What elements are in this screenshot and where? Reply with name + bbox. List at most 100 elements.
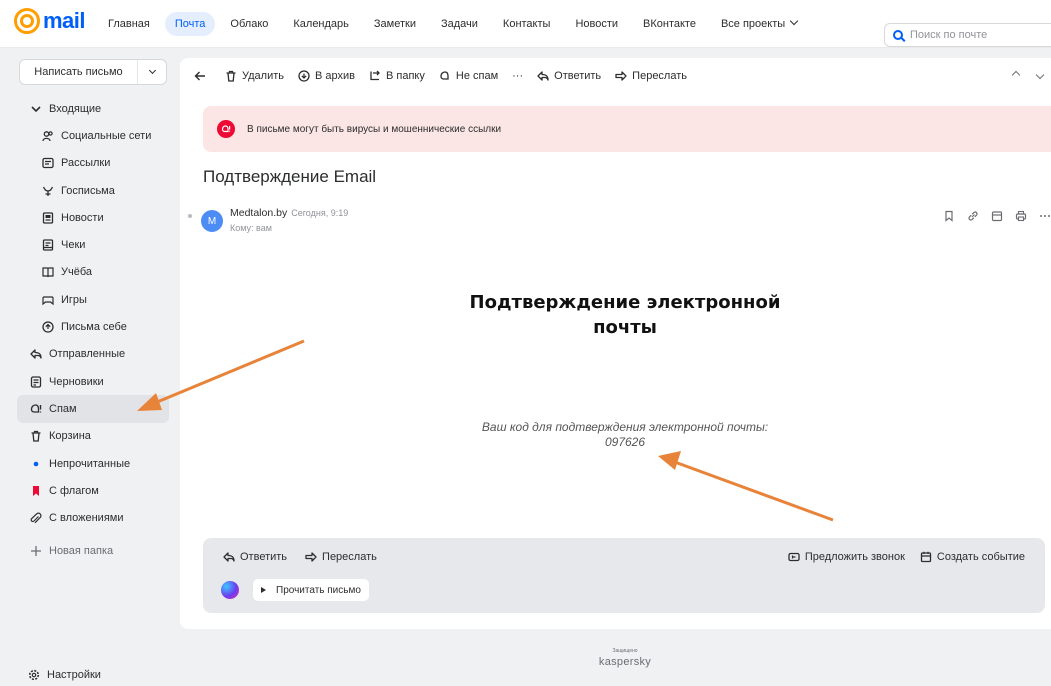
warning-text: В письме могут быть вирусы и мошенническ… <box>247 123 502 135</box>
folder-label: Учёба <box>61 266 93 279</box>
delete-button[interactable]: Удалить <box>225 70 284 82</box>
calendar-icon[interactable] <box>991 210 1003 222</box>
read-aloud-button[interactable]: Прочитать письмо <box>253 579 369 601</box>
folder-games[interactable]: Игры <box>17 286 169 313</box>
compose-button[interactable]: Написать письмо <box>19 59 167 85</box>
folder-label: Рассылки <box>61 157 111 170</box>
email-body: Ваш код для подтверждения электронной по… <box>380 420 870 450</box>
nav-item-tasks[interactable]: Задачи <box>441 12 478 36</box>
folder-sent[interactable]: Отправленные <box>17 341 169 368</box>
forward-button-bottom[interactable]: Переслать <box>305 551 377 563</box>
not-spam-button[interactable]: Не спам <box>439 70 498 82</box>
reply-icon <box>537 71 549 81</box>
back-button[interactable] <box>194 70 211 82</box>
new-folder-button[interactable]: Новая папка <box>17 538 169 565</box>
nav-item-calendar[interactable]: Календарь <box>293 12 349 36</box>
folder-label: Спам <box>49 402 77 415</box>
folder-inbox[interactable]: Входящие <box>17 95 169 122</box>
search-box[interactable] <box>884 23 1051 47</box>
chevron-down-icon[interactable] <box>29 102 43 116</box>
search-input[interactable] <box>910 29 1040 41</box>
email-heading: Подтверждение электронной почты <box>380 290 870 340</box>
nav-item-notes[interactable]: Заметки <box>374 12 416 36</box>
compose-label: Написать письмо <box>20 60 138 84</box>
sender-avatar[interactable]: M <box>201 210 223 232</box>
forward-label: Переслать <box>632 70 687 82</box>
at-sign-icon <box>14 8 40 34</box>
folder-drafts[interactable]: Черновики <box>17 368 169 395</box>
folder-flagged[interactable]: С флагом <box>17 477 169 504</box>
forward-button[interactable]: Переслать <box>615 70 687 82</box>
folder-label: Игры <box>61 293 87 306</box>
folder-label: Письма себе <box>61 321 127 334</box>
move-icon <box>370 70 380 81</box>
trash-icon <box>226 70 236 82</box>
message-navigation <box>995 70 1045 80</box>
folder-newsletters[interactable]: Рассылки <box>17 150 169 177</box>
next-message-icon[interactable] <box>1035 70 1045 80</box>
previous-message-icon[interactable] <box>1011 70 1021 80</box>
message-subject: Подтверждение Email <box>203 167 377 186</box>
arrow-left-icon <box>194 71 205 81</box>
suggest-call-button[interactable]: Предложить звонок <box>788 551 905 563</box>
create-event-button[interactable]: Создать событие <box>920 551 1025 563</box>
chevron-down-icon <box>148 66 156 75</box>
folder-spam[interactable]: Спам <box>17 395 169 423</box>
folder-attachments[interactable]: С вложениями <box>17 504 169 531</box>
social-icon <box>41 129 55 143</box>
folder-gov[interactable]: Госписьма <box>17 177 169 204</box>
folder-label: Непрочитанные <box>49 457 131 470</box>
video-call-icon <box>788 552 800 562</box>
message-toolbar: Удалить В архив В папку Не спам ··· Отве… <box>194 70 701 82</box>
folder-label: Отправленные <box>49 348 126 361</box>
more-actions-button[interactable]: ··· <box>512 70 523 82</box>
reply-button[interactable]: Ответить <box>537 70 601 82</box>
sender-name[interactable]: Medtalon.by <box>230 207 287 219</box>
nav-item-home[interactable]: Главная <box>108 12 150 36</box>
folder-receipts[interactable]: Чеки <box>17 231 169 258</box>
reply-bar-right: Предложить звонок Создать событие <box>773 551 1025 563</box>
recipient-line[interactable]: Кому: вам <box>230 223 272 233</box>
book-icon <box>41 265 55 279</box>
mail-logo[interactable]: mail <box>14 8 86 34</box>
settings-link[interactable]: Настройки <box>27 668 101 682</box>
flag-icon <box>29 484 43 498</box>
folder-label: Корзина <box>49 430 91 443</box>
message-panel: Удалить В архив В папку Не спам ··· Отве… <box>180 58 1051 629</box>
gear-icon <box>27 668 41 682</box>
bookmark-icon[interactable] <box>943 210 955 222</box>
reply-label: Ответить <box>240 551 288 563</box>
folder-self[interactable]: Письма себе <box>17 313 169 340</box>
folder-trash[interactable]: Корзина <box>17 423 169 450</box>
forward-icon <box>305 552 317 562</box>
nav-items: Главная Почта Облако Календарь Заметки З… <box>108 12 822 36</box>
compose-menu-toggle[interactable] <box>138 66 166 75</box>
assistant-orb-icon[interactable] <box>221 581 239 599</box>
folder-social[interactable]: Социальные сети <box>17 122 169 149</box>
all-projects-label: Все проекты <box>720 18 786 30</box>
not-spam-label: Не спам <box>455 70 499 82</box>
archive-button[interactable]: В архив <box>298 70 355 82</box>
nav-item-cloud[interactable]: Облако <box>230 12 268 36</box>
print-icon[interactable] <box>1015 210 1027 222</box>
link-icon[interactable] <box>967 210 979 222</box>
folder-study[interactable]: Учёба <box>17 259 169 286</box>
nav-item-all-projects[interactable]: Все проекты <box>720 12 799 36</box>
folder-news[interactable]: Новости <box>17 204 169 231</box>
unread-dot-icon <box>29 457 43 471</box>
emblem-icon <box>41 184 55 198</box>
read-status-dot[interactable] <box>188 214 192 218</box>
nav-item-mail[interactable]: Почта <box>164 12 216 36</box>
message-actions <box>931 210 1051 222</box>
folder-label: Госписьма <box>61 184 115 197</box>
move-to-folder-button[interactable]: В папку <box>369 70 425 82</box>
more-icon[interactable] <box>1039 210 1051 222</box>
play-icon <box>261 587 266 593</box>
warning-icon <box>217 120 235 138</box>
newsletter-icon <box>41 156 55 170</box>
reply-button-bottom[interactable]: Ответить <box>223 551 287 563</box>
nav-item-news[interactable]: Новости <box>575 12 618 36</box>
nav-item-contacts[interactable]: Контакты <box>503 12 551 36</box>
nav-item-vk[interactable]: ВКонтакте <box>643 12 696 36</box>
folder-unread[interactable]: Непрочитанные <box>17 450 169 477</box>
